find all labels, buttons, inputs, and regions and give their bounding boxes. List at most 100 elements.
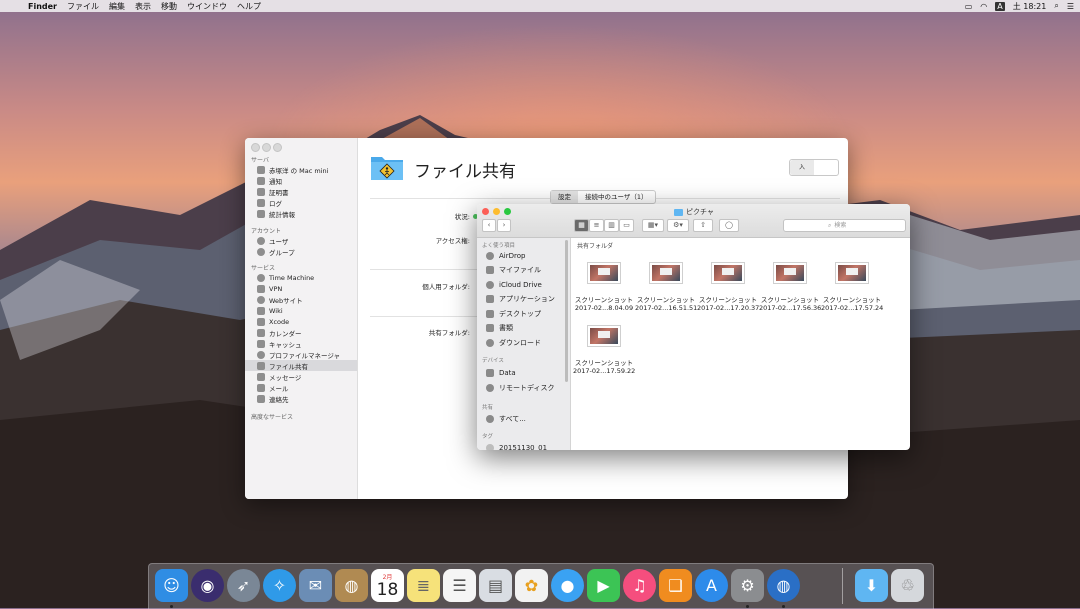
sidebar-section-favorites: よく使う項目 bbox=[482, 243, 516, 249]
sidebar-item-desktop[interactable]: デスクトップ bbox=[486, 308, 541, 320]
sidebar-item-users[interactable]: ユーザ bbox=[257, 235, 357, 246]
menu-app-name[interactable]: Finder bbox=[28, 2, 57, 11]
sidebar-item-calendar[interactable]: カレンダー bbox=[257, 327, 357, 338]
zoom-button[interactable] bbox=[504, 208, 511, 215]
system-preferences-icon[interactable]: ⚙ bbox=[731, 569, 764, 602]
sidebar-item-label: 通知 bbox=[269, 177, 282, 186]
share-button[interactable]: ⇧ bbox=[693, 219, 713, 232]
safari-icon[interactable]: ✧ bbox=[263, 569, 296, 602]
tab-settings[interactable]: 設定 bbox=[551, 191, 578, 203]
sidebar-item-applications[interactable]: アプリケーション bbox=[486, 293, 555, 305]
sidebar-item-wiki[interactable]: Wiki bbox=[257, 305, 357, 316]
menu-help[interactable]: ヘルプ bbox=[237, 1, 261, 12]
tags-button[interactable]: ◯ bbox=[719, 219, 739, 232]
preview-icon[interactable]: ▤ bbox=[479, 569, 512, 602]
icon-view-button[interactable]: ▦ bbox=[574, 219, 589, 232]
sidebar-section-advanced[interactable]: 高度なサービス bbox=[251, 412, 293, 421]
photos-icon[interactable]: ✿ bbox=[515, 569, 548, 602]
file-item[interactable]: スクリーンショット 2017-02...17.20.37 bbox=[697, 262, 759, 312]
menu-edit[interactable]: 編集 bbox=[109, 1, 125, 12]
mail-icon[interactable]: ✉ bbox=[299, 569, 332, 602]
finder-icon[interactable]: ☺ bbox=[155, 569, 188, 602]
close-button[interactable] bbox=[251, 143, 260, 152]
sidebar-item-certificates[interactable]: 証明書 bbox=[257, 186, 357, 197]
menu-file[interactable]: ファイル bbox=[67, 1, 99, 12]
sidebar-item-airdrop[interactable]: AirDrop bbox=[486, 250, 525, 262]
sidebar-item-mail[interactable]: メール bbox=[257, 382, 357, 393]
input-method-indicator[interactable]: A bbox=[995, 1, 1005, 11]
file-item[interactable]: スクリーンショット 2017-02...8.04.09 bbox=[573, 262, 635, 312]
sidebar-item-caching[interactable]: キャッシュ bbox=[257, 338, 357, 349]
downloads-folder-icon[interactable]: ⬇ bbox=[855, 569, 888, 602]
file-name: スクリーンショット bbox=[574, 359, 634, 367]
caching-icon bbox=[257, 339, 265, 348]
sidebar-item-label: Wiki bbox=[269, 306, 283, 315]
forward-button[interactable]: › bbox=[497, 219, 511, 232]
sidebar-item-time-machine[interactable]: Time Machine bbox=[257, 272, 357, 283]
action-gear-button[interactable]: ⚙▾ bbox=[667, 219, 689, 232]
sidebar-item-tag[interactable]: 20151130_01 bbox=[486, 442, 547, 450]
network-globe-icon[interactable]: ◍ bbox=[767, 569, 800, 602]
search-input[interactable]: ⌕ 検索 bbox=[783, 219, 906, 232]
launchpad-icon[interactable]: ➶ bbox=[227, 569, 260, 602]
sidebar-item-label: 書類 bbox=[499, 324, 513, 332]
menu-view[interactable]: 表示 bbox=[135, 1, 151, 12]
sidebar-item-alerts[interactable]: 通知 bbox=[257, 175, 357, 186]
tab-connected-users[interactable]: 接続中のユーザ（1） bbox=[578, 191, 655, 203]
file-item[interactable]: スクリーンショット 2017-02...17.59.22 bbox=[573, 325, 635, 375]
spotlight-icon[interactable]: ⌕ bbox=[1054, 1, 1058, 11]
menu-window[interactable]: ウインドウ bbox=[187, 1, 227, 12]
calendar-icon[interactable]: 2月 18 bbox=[371, 569, 404, 602]
itunes-icon[interactable]: ♫ bbox=[623, 569, 656, 602]
contacts-icon bbox=[257, 394, 265, 403]
file-item[interactable]: スクリーンショット 2017-02...17.56.36 bbox=[759, 262, 821, 312]
sidebar-item-xcode[interactable]: Xcode bbox=[257, 316, 357, 327]
column-view-button[interactable]: ▥ bbox=[604, 219, 619, 232]
sidebar-item-messages[interactable]: メッセージ bbox=[257, 371, 357, 382]
contacts-icon[interactable]: ◍ bbox=[335, 569, 368, 602]
sidebar-item-all-my-files[interactable]: マイファイル bbox=[486, 264, 541, 276]
wifi-icon[interactable]: ◠ bbox=[980, 2, 987, 11]
ibooks-icon[interactable]: ❑ bbox=[659, 569, 692, 602]
trash-icon[interactable]: ♲ bbox=[891, 569, 924, 602]
service-on-off-toggle[interactable]: 入 bbox=[789, 159, 839, 176]
sidebar-item-contacts[interactable]: 連絡先 bbox=[257, 393, 357, 404]
sidebar-item-file-sharing[interactable]: ファイル共有 bbox=[245, 360, 357, 371]
sidebar-item-mac-mini[interactable]: 赤塚洋 の Mac mini bbox=[257, 164, 357, 175]
cover-flow-button[interactable]: ▭ bbox=[619, 219, 634, 232]
sidebar-item-logs[interactable]: ログ bbox=[257, 197, 357, 208]
close-button[interactable] bbox=[482, 208, 489, 215]
sidebar-item-profile-manager[interactable]: プロファイルマネージャ bbox=[257, 349, 357, 360]
sidebar-item-websites[interactable]: Webサイト bbox=[257, 294, 357, 305]
sidebar-item-all-shared[interactable]: すべて... bbox=[486, 413, 526, 425]
zoom-button[interactable] bbox=[273, 143, 282, 152]
sidebar-item-label: iCloud Drive bbox=[499, 281, 542, 289]
facetime-icon[interactable]: ▶ bbox=[587, 569, 620, 602]
sidebar-scrollbar[interactable] bbox=[565, 240, 568, 382]
sidebar-item-groups[interactable]: グループ bbox=[257, 246, 357, 257]
notification-center-icon[interactable]: ☰ bbox=[1067, 2, 1074, 11]
list-view-button[interactable]: ≡ bbox=[589, 219, 604, 232]
back-button[interactable]: ‹ bbox=[482, 219, 496, 232]
appstore-icon[interactable]: A bbox=[695, 569, 728, 602]
menu-go[interactable]: 移動 bbox=[161, 1, 177, 12]
minimize-button[interactable] bbox=[493, 208, 500, 215]
sidebar-item-documents[interactable]: 書類 bbox=[486, 322, 513, 334]
sidebar-item-icloud-drive[interactable]: iCloud Drive bbox=[486, 279, 542, 291]
sidebar-item-data[interactable]: Data bbox=[486, 367, 516, 379]
siri-icon[interactable]: ◉ bbox=[191, 569, 224, 602]
notes-icon[interactable]: ≣ bbox=[407, 569, 440, 602]
reminders-icon[interactable]: ☰ bbox=[443, 569, 476, 602]
file-item[interactable]: スクリーンショット 2017-02...17.57.24 bbox=[821, 262, 883, 312]
messages-icon[interactable]: ● bbox=[551, 569, 584, 602]
arrange-button[interactable]: ▦▾ bbox=[642, 219, 664, 232]
minimize-button[interactable] bbox=[262, 143, 271, 152]
file-item[interactable]: スクリーンショット 2017-02...16.51.51 bbox=[635, 262, 697, 312]
sidebar-item-remote-disc[interactable]: リモートディスク bbox=[486, 382, 555, 394]
airplay-icon[interactable]: ▭ bbox=[965, 2, 973, 11]
sidebar-item-label: カレンダー bbox=[269, 329, 302, 338]
sidebar-item-vpn[interactable]: VPN bbox=[257, 283, 357, 294]
sidebar-item-stats[interactable]: 統計情報 bbox=[257, 208, 357, 219]
clock[interactable]: 土 18:21 bbox=[1013, 1, 1047, 12]
sidebar-item-downloads[interactable]: ダウンロード bbox=[486, 337, 541, 349]
